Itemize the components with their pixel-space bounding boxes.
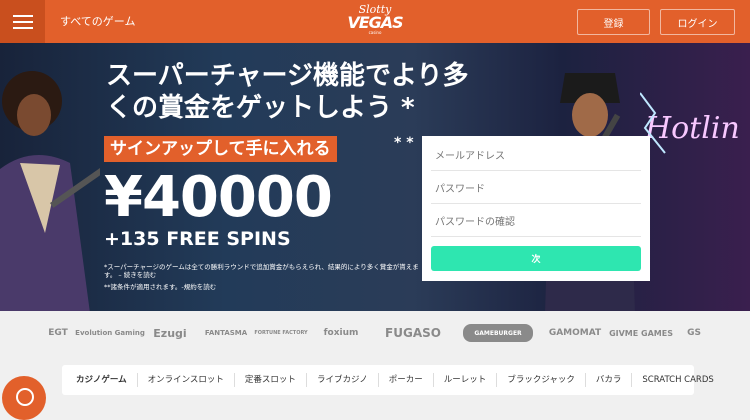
provider-logo[interactable]: GAMOMAT (548, 324, 602, 342)
tab-baccarat[interactable]: バカラ (586, 373, 633, 387)
provider-logo[interactable]: FANTASMA (205, 324, 247, 342)
tab-live-casino[interactable]: ライブカジノ (307, 373, 379, 387)
providers-strip: EGT Evolution Gaming Ezugi FANTASMA FORT… (0, 311, 750, 355)
signup-tag: サインアップして手に入れる (104, 136, 337, 162)
email-field[interactable] (431, 143, 641, 171)
tab-roulette[interactable]: ルーレット (434, 373, 498, 387)
character-left-illustration (0, 71, 100, 311)
password-field[interactable] (431, 176, 641, 204)
svg-text:Hotlin: Hotlin (644, 111, 740, 146)
menu-icon-bar (12, 20, 33, 23)
hamburger-menu-button[interactable] (0, 0, 45, 43)
signup-tag-label: サインアップして手に入れる (104, 136, 337, 162)
logo-text-main: VEGAS (347, 13, 403, 32)
password-confirm-field[interactable] (431, 209, 641, 237)
chat-support-button[interactable] (2, 376, 46, 420)
tag-footnote-marks: * * (394, 135, 414, 151)
tab-online-slots[interactable]: オンラインスロット (138, 373, 235, 387)
next-button[interactable]: 次 (431, 246, 641, 271)
all-games-link[interactable]: すべてのゲーム (60, 13, 135, 29)
bonus-amount: ¥40000 (104, 165, 333, 230)
supercharge-footnote[interactable]: *スーパーチャージのゲームは全ての勝利ラウンドで追加賞金がもらえられ、結果的によ… (104, 263, 424, 279)
menu-icon-bar (12, 26, 33, 29)
tab-classic-slots[interactable]: 定番スロット (235, 373, 307, 387)
neon-sign-decoration: Hotlin (640, 92, 740, 154)
hero-headline: スーパーチャージ機能でより多くの賞金をゲットしよう * (106, 61, 469, 123)
logo[interactable]: Slotty VEGAS casino (345, 4, 405, 38)
provider-logo[interactable]: Ezugi (150, 324, 190, 342)
free-spins-text: +135 FREE SPINS (104, 228, 291, 250)
terms-footnote[interactable]: **諸条件が適用されます。-規約を読む (104, 283, 216, 291)
tab-casino-games[interactable]: カジノゲーム (66, 373, 138, 387)
provider-logo[interactable]: GS (682, 324, 706, 342)
game-category-tabs: カジノゲーム オンラインスロット 定番スロット ライブカジノ ポーカー ルーレッ… (62, 365, 714, 395)
provider-logo[interactable]: FUGASO (380, 324, 446, 342)
signup-form: 次 (422, 136, 650, 281)
tab-poker[interactable]: ポーカー (379, 373, 434, 387)
login-button[interactable]: ログイン (660, 9, 735, 35)
provider-logo[interactable]: foxium (318, 324, 364, 342)
menu-icon-bar (12, 14, 33, 17)
provider-logo[interactable]: FORTUNE FACTORY (254, 324, 307, 342)
provider-logo[interactable]: GAMEBURGER (463, 324, 533, 342)
top-header: すべてのゲーム Slotty VEGAS casino 登録 ログイン (0, 0, 750, 43)
provider-logo[interactable]: Evolution Gaming (75, 324, 145, 342)
tab-scratch-cards[interactable]: SCRATCH CARDS (632, 373, 723, 387)
tab-blackjack[interactable]: ブラックジャック (497, 373, 586, 387)
register-button[interactable]: 登録 (577, 9, 650, 35)
hero-banner: Hotlin スーパーチャージ機能でより多くの賞金をゲットしよう * サインアッ… (0, 43, 750, 311)
provider-logo[interactable]: GIVME GAMES (609, 324, 673, 342)
provider-logo[interactable]: EGT (45, 324, 71, 342)
